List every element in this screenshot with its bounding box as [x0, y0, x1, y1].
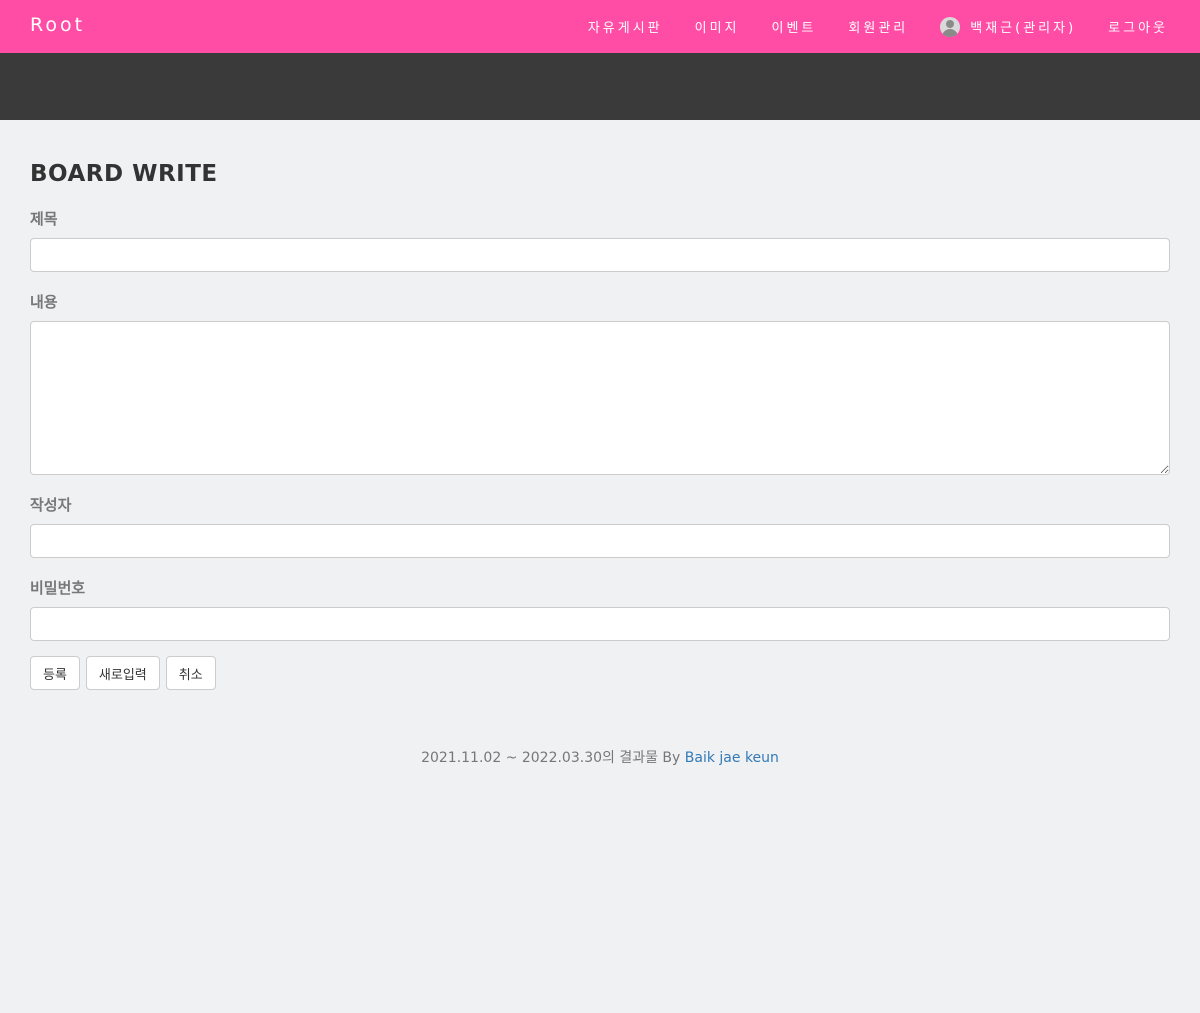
nav-link-members[interactable]: 회원관리: [848, 17, 908, 36]
password-label: 비밀번호: [30, 579, 86, 597]
content-textarea[interactable]: [30, 321, 1170, 475]
footer-text: 2021.11.02 ~ 2022.03.30의 결과물 By: [421, 750, 685, 766]
top-navbar: Root 자유게시판 이미지 이벤트 회원관리 백재근(관리자) 로그아웃: [0, 0, 1200, 53]
footer-author-link[interactable]: Baik jae keun: [685, 750, 779, 766]
board-write-form: BOARD WRITE 제목 내용 작성자 비밀번호 등록 새로입력 취소: [30, 120, 1170, 690]
user-name: 백재근(관리자): [970, 21, 1077, 36]
header-band: [0, 53, 1200, 120]
submit-button[interactable]: 등록: [30, 656, 80, 690]
author-input[interactable]: [30, 524, 1170, 558]
form-buttons: 등록 새로입력 취소: [30, 656, 1170, 690]
title-input[interactable]: [30, 238, 1170, 272]
author-label: 작성자: [30, 496, 72, 514]
nav-link-event[interactable]: 이벤트: [772, 17, 817, 36]
brand-logo[interactable]: Root: [30, 14, 85, 36]
nav-link-image[interactable]: 이미지: [695, 17, 740, 36]
cancel-button[interactable]: 취소: [165, 656, 216, 690]
content-label: 내용: [30, 293, 58, 311]
nav-link-board[interactable]: 자유게시판: [588, 17, 663, 36]
nav-link-user[interactable]: 백재근(관리자): [940, 16, 1077, 37]
page-title: BOARD WRITE: [30, 161, 218, 187]
reset-button[interactable]: 새로입력: [85, 656, 160, 690]
nav-links: 자유게시판 이미지 이벤트 회원관리 백재근(관리자) 로그아웃: [588, 0, 1168, 53]
password-input[interactable]: [30, 607, 1170, 641]
footer: 2021.11.02 ~ 2022.03.30의 결과물 By Baik jae…: [0, 747, 1200, 767]
title-label: 제목: [30, 210, 58, 228]
avatar-icon: [940, 16, 961, 37]
nav-link-logout[interactable]: 로그아웃: [1108, 17, 1168, 36]
